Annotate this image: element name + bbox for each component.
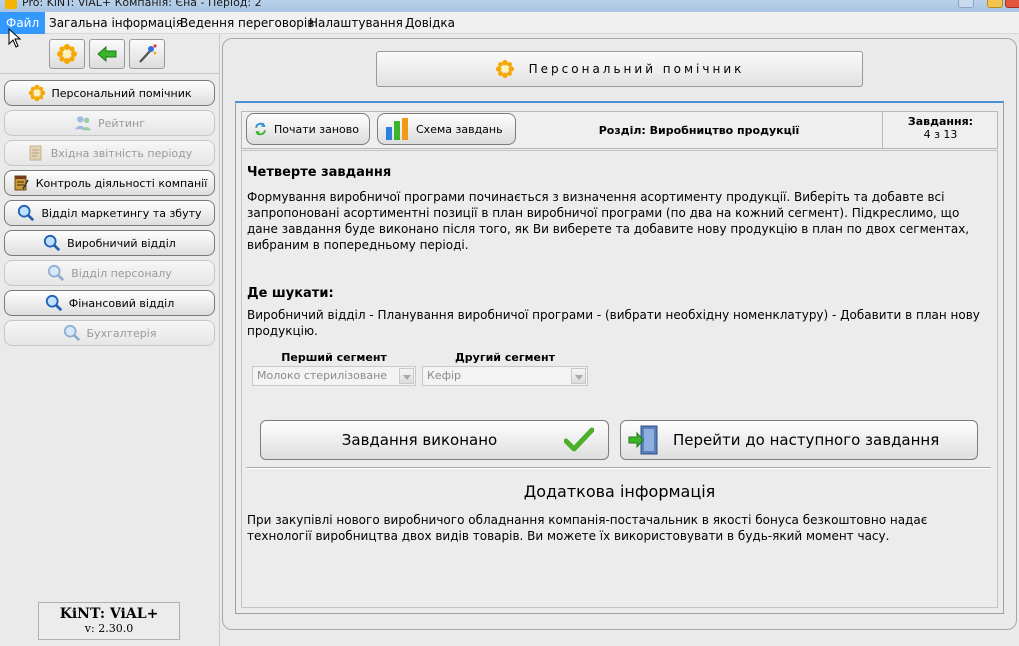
chevron-down-icon <box>571 368 586 384</box>
sidebar-item-label: Фінансовий відділ <box>68 296 175 310</box>
magnifier-icon <box>45 294 62 312</box>
personal-assistant-header-button[interactable]: Персональний помічник <box>376 51 863 87</box>
sidebar-item-label: Контроль діяльності компанії <box>35 176 208 190</box>
restart-button-label: Почати заново <box>273 122 359 136</box>
menu-bar: Файл Загальна інформація Ведення перегов… <box>0 12 1019 34</box>
exit-door-icon <box>628 425 658 455</box>
notepad-icon <box>14 175 29 191</box>
sidebar-item-period-reports: Вхідна звітність періоду <box>4 140 215 166</box>
task-scheme-button-label: Схема завдань <box>416 122 503 136</box>
first-segment-label: Перший сегмент <box>281 351 387 364</box>
sidebar-item-marketing[interactable]: Відділ маркетингу та збуту <box>4 200 215 226</box>
sidebar-item-label: Вхідна звітність періоду <box>50 146 193 160</box>
menu-general-info[interactable]: Загальна інформація <box>43 12 189 34</box>
second-segment-label: Другий сегмент <box>455 351 555 364</box>
mouse-cursor-icon <box>8 28 22 48</box>
sidebar-item-label: Бухгалтерія <box>86 326 157 340</box>
app-icon <box>5 0 17 9</box>
sidebar-item-finance[interactable]: Фінансовий відділ <box>4 290 215 316</box>
sidebar-item-production[interactable]: Виробничий відділ <box>4 230 215 256</box>
product-name: KiNT: ViAL+ <box>59 606 159 622</box>
window-restore-button[interactable] <box>958 0 974 8</box>
wizard-toolbar-button[interactable] <box>129 39 165 69</box>
first-segment-value: Молоко стерилізоване <box>257 369 388 382</box>
where-to-look-text: Виробничий відділ - Планування виробничо… <box>247 308 980 338</box>
assistant-flower-icon <box>28 84 45 102</box>
sidebar-item-label: Персональний помічник <box>51 86 192 100</box>
task-title: Четверте завдання <box>247 165 392 180</box>
menu-help[interactable]: Довідка <box>399 12 461 34</box>
task-done-button[interactable]: Завдання виконано <box>260 420 609 460</box>
magic-wand-icon <box>139 44 157 63</box>
back-arrow-icon <box>97 45 117 63</box>
window-title-bar: Pro: KiNT: ViAL+ Компанія: Єна - Період:… <box>0 0 1019 12</box>
sidebar-item-label: Відділ маркетингу та збуту <box>41 206 202 220</box>
next-task-button[interactable]: Перейти до наступного завдання <box>620 420 978 460</box>
next-task-label: Перейти до наступного завдання <box>673 431 940 449</box>
sidebar-item-label: Виробничий відділ <box>67 236 176 250</box>
additional-info-text: При закупівлі нового виробничого обладна… <box>247 513 928 543</box>
tasks-label: Завдання: <box>907 115 974 128</box>
window-minimize-button[interactable] <box>987 0 1003 8</box>
version-number: v: 2.30.0 <box>84 622 134 635</box>
second-segment-value: Кефір <box>427 369 462 382</box>
bar-chart-icon <box>386 118 408 140</box>
sidebar-item-label: Рейтинг <box>97 116 146 130</box>
tasks-counter: Завдання: 4 з 13 <box>882 112 998 148</box>
assistant-flower-icon <box>57 44 77 64</box>
restart-button[interactable]: Почати заново <box>246 113 370 145</box>
notepad-icon <box>29 145 42 161</box>
users-icon <box>74 116 92 131</box>
menu-settings[interactable]: Налаштування <box>303 12 409 34</box>
additional-info-title: Додаткова інформація <box>523 482 716 501</box>
assistant-flower-icon <box>495 59 514 79</box>
sidebar-toolbar <box>0 34 219 74</box>
version-info: KiNT: ViAL+ v: 2.30.0 <box>38 602 180 640</box>
menu-negotiations[interactable]: Ведення переговорів <box>174 12 320 34</box>
magnifier-icon <box>44 234 61 252</box>
divider <box>246 467 991 469</box>
magnifier-icon <box>48 264 65 282</box>
sidebar-item-rating: Рейтинг <box>4 110 215 136</box>
where-to-look-title: Де шукати: <box>247 286 334 301</box>
window-title: Pro: KiNT: ViAL+ Компанія: Єна - Період:… <box>22 0 262 9</box>
checkmark-icon <box>564 427 594 452</box>
assistant-toolbar-button[interactable] <box>49 39 85 69</box>
header-button-label: Персональний помічник <box>528 62 745 76</box>
task-description: Формування виробничої програми починаєть… <box>247 190 970 252</box>
sidebar-item-label: Відділ персоналу <box>71 266 172 280</box>
section-title: Розділ: Виробництво продукції <box>598 124 800 137</box>
sidebar-item-company-control[interactable]: Контроль діяльності компанії <box>4 170 215 196</box>
magnifier-icon <box>63 324 80 342</box>
tasks-count-value: 4 з 13 <box>923 128 958 141</box>
window-close-button[interactable] <box>1005 0 1019 8</box>
sidebar-item-personal-assistant[interactable]: Персональний помічник <box>4 80 215 106</box>
sidebar-item-personnel: Відділ персоналу <box>4 260 215 286</box>
sidebar-item-accounting: Бухгалтерія <box>4 320 215 346</box>
sidebar: Персональний помічник Рейтинг Вхідна зві… <box>0 34 220 646</box>
task-done-label: Завдання виконано <box>341 431 498 449</box>
back-toolbar-button[interactable] <box>89 39 125 69</box>
first-segment-select: Молоко стерилізоване <box>252 366 416 386</box>
second-segment-select: Кефір <box>422 366 588 386</box>
chevron-down-icon <box>399 368 414 384</box>
task-scheme-button[interactable]: Схема завдань <box>377 113 516 145</box>
magnifier-icon <box>18 204 35 222</box>
menu-file[interactable]: Файл <box>0 12 46 34</box>
refresh-icon <box>255 122 266 136</box>
